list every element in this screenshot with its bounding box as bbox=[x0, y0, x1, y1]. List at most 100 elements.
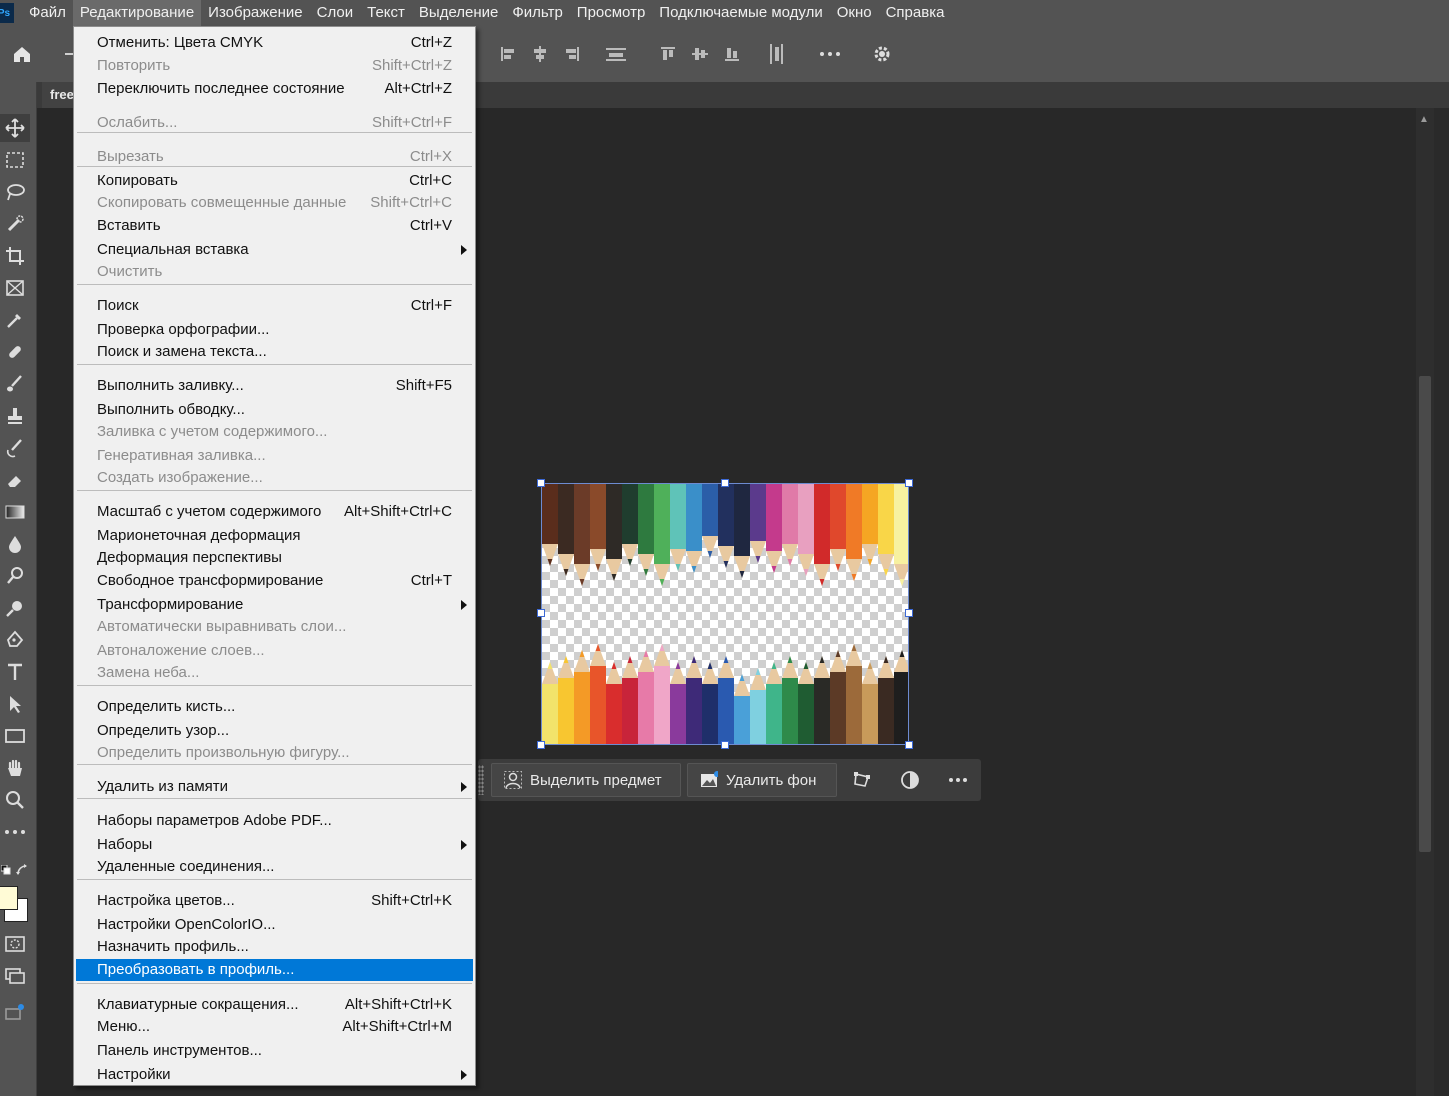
blur-tool-icon[interactable] bbox=[0, 530, 30, 558]
edit-menu-item[interactable]: Переключить последнее состояние Alt+Ctrl+… bbox=[76, 78, 473, 100]
document-image[interactable] bbox=[541, 483, 909, 745]
menu-5[interactable]: Выделение bbox=[412, 0, 505, 26]
more-options-icon[interactable] bbox=[816, 40, 844, 68]
gear-icon[interactable] bbox=[868, 40, 896, 68]
clone-stamp-tool-icon[interactable] bbox=[0, 402, 30, 430]
adjustment-icon[interactable] bbox=[899, 769, 921, 791]
menu-10[interactable]: Справка bbox=[879, 0, 952, 26]
type-tool-icon[interactable] bbox=[0, 658, 30, 686]
transform-handle-bottom-left[interactable] bbox=[537, 741, 545, 749]
more-icon[interactable] bbox=[947, 769, 969, 791]
menu-2[interactable]: Изображение bbox=[201, 0, 310, 26]
lasso-tool-icon[interactable] bbox=[0, 178, 30, 206]
path-selection-tool-icon[interactable] bbox=[0, 690, 30, 718]
transform-handle-bottom-right[interactable] bbox=[905, 741, 913, 749]
distribute-vertical-icon[interactable] bbox=[762, 40, 790, 68]
contextual-taskbar-toggle-icon[interactable] bbox=[0, 998, 30, 1026]
history-brush-tool-icon[interactable] bbox=[0, 434, 30, 462]
marquee-tool-icon[interactable] bbox=[0, 146, 30, 174]
transform-handle-top-left[interactable] bbox=[537, 479, 545, 487]
edit-menu-item[interactable]: Копировать Ctrl+C bbox=[76, 170, 473, 192]
align-right-icon[interactable] bbox=[558, 40, 586, 68]
menu-7[interactable]: Просмотр bbox=[570, 0, 653, 26]
default-colors-icon[interactable] bbox=[0, 856, 12, 884]
edit-menu-item[interactable]: Настройки OpenColorIO... bbox=[76, 914, 473, 936]
edit-menu-item[interactable]: Наборы bbox=[76, 834, 473, 856]
edit-menu-item[interactable]: Деформация перспективы bbox=[76, 547, 473, 569]
frame-tool-icon[interactable] bbox=[0, 274, 30, 302]
edit-menu-item[interactable]: Панель инструментов... bbox=[76, 1040, 473, 1062]
menu-0[interactable]: Файл bbox=[22, 0, 73, 26]
crop-tool-icon[interactable] bbox=[0, 242, 30, 270]
vertical-scrollbar[interactable]: ▲ bbox=[1416, 108, 1434, 1096]
align-top-icon[interactable] bbox=[654, 40, 682, 68]
eyedropper-tool-icon[interactable] bbox=[0, 306, 30, 334]
transform-handle-bottom-center[interactable] bbox=[721, 741, 729, 749]
pen-tool-icon[interactable] bbox=[0, 626, 30, 654]
transform-handle-middle-left[interactable] bbox=[537, 609, 545, 617]
edit-menu-item[interactable]: Выполнить обводку... bbox=[76, 399, 473, 421]
edit-menu-item[interactable]: Марионеточная деформация bbox=[76, 525, 473, 547]
edit-menu-item[interactable]: Вставить Ctrl+V bbox=[76, 215, 473, 237]
transform-handle-top-center[interactable] bbox=[721, 479, 729, 487]
menu-3[interactable]: Слои bbox=[310, 0, 360, 26]
edit-menu-item[interactable]: Свободное трансформирование Ctrl+T bbox=[76, 570, 473, 592]
transform-icon[interactable] bbox=[851, 769, 873, 791]
transform-handle-middle-right[interactable] bbox=[905, 609, 913, 617]
gradient-tool-icon[interactable] bbox=[0, 498, 30, 526]
screen-mode-icon[interactable] bbox=[0, 962, 30, 990]
home-icon[interactable] bbox=[8, 40, 36, 68]
edit-menu-item[interactable]: Настройка цветов... Shift+Ctrl+K bbox=[76, 890, 473, 912]
edit-menu-item: Вырезать Ctrl+X bbox=[76, 146, 473, 168]
edit-menu-item[interactable]: Меню... Alt+Shift+Ctrl+M bbox=[76, 1016, 473, 1038]
swap-colors-icon[interactable] bbox=[12, 856, 32, 884]
rectangle-tool-icon[interactable] bbox=[0, 722, 30, 750]
align-vertical-center-icon[interactable] bbox=[686, 40, 714, 68]
edit-menu-item[interactable]: Наборы параметров Adobe PDF... bbox=[76, 810, 473, 832]
edit-menu-item[interactable]: Клавиатурные сокращения... Alt+Shift+Ctrl… bbox=[76, 994, 473, 1016]
quick-mask-icon[interactable] bbox=[0, 930, 30, 958]
align-bottom-icon[interactable] bbox=[718, 40, 746, 68]
edit-menu-item[interactable]: Удалить из памяти bbox=[76, 776, 473, 798]
edit-menu-item-label: Проверка орфографии... bbox=[97, 321, 270, 338]
foreground-color-swatch[interactable] bbox=[0, 886, 18, 910]
select-subject-button[interactable]: Выделить предмет bbox=[491, 763, 681, 797]
menu-9[interactable]: Окно bbox=[830, 0, 879, 26]
dodge-tool-icon[interactable] bbox=[0, 562, 30, 590]
zoom-lens-tool-icon[interactable] bbox=[0, 594, 30, 622]
edit-menu-item[interactable]: Трансформирование bbox=[76, 594, 473, 616]
distribute-icon[interactable] bbox=[602, 40, 630, 68]
brush-tool-icon[interactable] bbox=[0, 370, 30, 398]
transform-handle-top-right[interactable] bbox=[905, 479, 913, 487]
edit-menu-item[interactable]: Поиск Ctrl+F bbox=[76, 295, 473, 317]
align-left-icon[interactable] bbox=[494, 40, 522, 68]
edit-menu-item[interactable]: Проверка орфографии... bbox=[76, 319, 473, 341]
move-tool-icon[interactable] bbox=[0, 114, 30, 142]
edit-menu-item[interactable]: Настройки bbox=[76, 1064, 473, 1086]
align-horizontal-center-icon[interactable] bbox=[526, 40, 554, 68]
hand-tool-icon[interactable] bbox=[0, 754, 30, 782]
edit-menu-item[interactable]: Назначить профиль... bbox=[76, 936, 473, 958]
scroll-up-arrow-icon[interactable]: ▲ bbox=[1419, 114, 1429, 125]
edit-toolbar-icon[interactable] bbox=[0, 818, 30, 846]
edit-menu-item[interactable]: Определить кисть... bbox=[76, 696, 473, 718]
menu-4[interactable]: Текст bbox=[360, 0, 412, 26]
remove-background-button[interactable]: Удалить фон bbox=[687, 763, 837, 797]
healing-brush-tool-icon[interactable] bbox=[0, 338, 30, 366]
zoom-tool-icon[interactable] bbox=[0, 786, 30, 814]
edit-menu-item[interactable]: Отменить: Цвета CMYK Ctrl+Z bbox=[76, 32, 473, 54]
edit-menu-item[interactable]: Масштаб с учетом содержимого Alt+Shift+Ct… bbox=[76, 501, 473, 523]
taskbar-drag-handle[interactable] bbox=[478, 765, 484, 795]
quick-selection-tool-icon[interactable] bbox=[0, 210, 30, 238]
menu-1[interactable]: Редактирование bbox=[72, 0, 202, 26]
menu-6[interactable]: Фильтр bbox=[505, 0, 569, 26]
edit-menu-item[interactable]: Выполнить заливку... Shift+F5 bbox=[76, 375, 473, 397]
edit-menu-item[interactable]: Удаленные соединения... bbox=[76, 856, 473, 878]
edit-menu-item[interactable]: Определить узор... bbox=[76, 720, 473, 742]
menu-8[interactable]: Подключаемые модули bbox=[652, 0, 829, 26]
edit-menu-item[interactable]: Преобразовать в профиль... bbox=[76, 959, 473, 981]
edit-menu-item[interactable]: Поиск и замена текста... bbox=[76, 341, 473, 363]
edit-menu-item[interactable]: Специальная вставка bbox=[76, 239, 473, 261]
eraser-tool-icon[interactable] bbox=[0, 466, 30, 494]
scrollbar-thumb[interactable] bbox=[1419, 376, 1431, 852]
